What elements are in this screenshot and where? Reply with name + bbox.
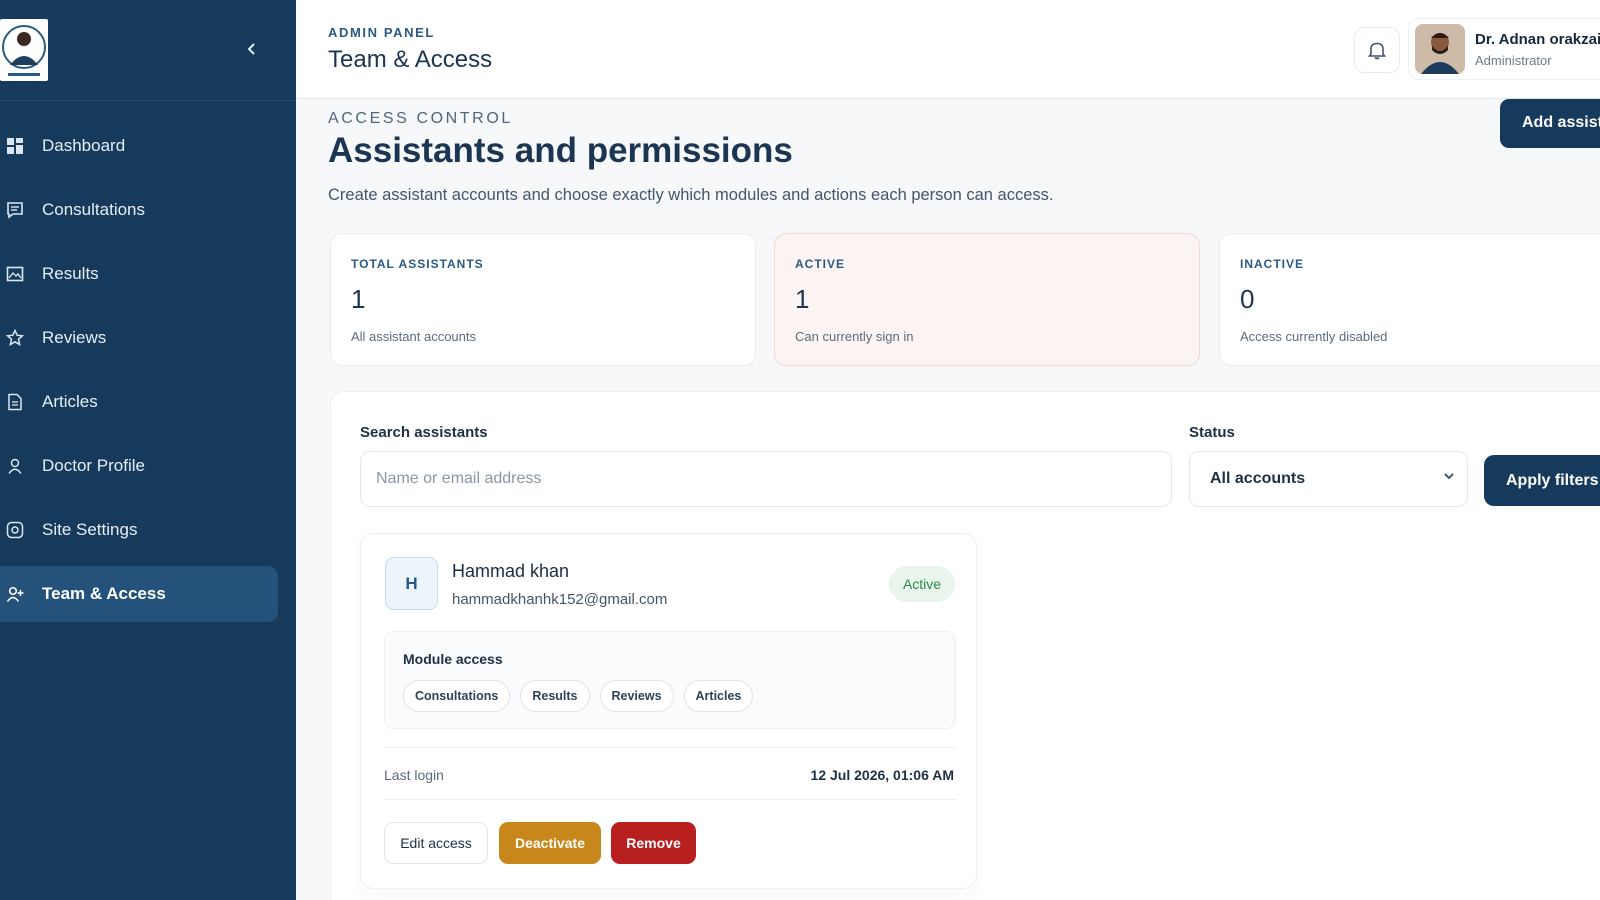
status-select[interactable]: All accounts [1189, 451, 1468, 507]
divider [384, 747, 956, 748]
grid-icon [6, 137, 24, 155]
stat-card-total: TOTAL ASSISTANTS 1 All assistant account… [330, 233, 756, 366]
assistant-email: hammadkhanhk152@gmail.com [452, 591, 668, 608]
person-icon [6, 457, 24, 475]
assistant-name: Hammad khan [452, 561, 570, 581]
stat-label: TOTAL ASSISTANTS [351, 257, 484, 271]
section-eyebrow: ACCESS CONTROL [328, 110, 513, 127]
sidebar-item-label: Site Settings [42, 520, 138, 539]
module-chip-consultations: Consultations [403, 680, 511, 712]
status-label: Status [1189, 424, 1235, 441]
sidebar-item-dashboard[interactable]: Dashboard [0, 118, 296, 174]
apply-filters-button[interactable]: Apply filters [1484, 455, 1600, 506]
user-name: Dr. Adnan orakzai [1475, 31, 1600, 48]
sidebar-nav: Dashboard Consultations Results Reviews … [0, 118, 296, 630]
module-chip-results: Results [520, 680, 590, 712]
sidebar-item-label: Reviews [42, 328, 107, 347]
settings-icon [6, 521, 24, 539]
collapse-sidebar-icon[interactable] [240, 38, 264, 62]
stat-subtext: Access currently disabled [1240, 329, 1388, 344]
header-title: Team & Access [328, 46, 493, 73]
sidebar-item-label: Doctor Profile [42, 456, 145, 475]
deactivate-button[interactable]: Deactivate [499, 822, 601, 864]
avatar [1415, 24, 1465, 74]
sidebar-item-label: Results [42, 264, 99, 283]
sidebar-item-label: Articles [42, 392, 98, 411]
sidebar-item-team-access[interactable]: Team & Access [0, 566, 278, 622]
last-login-value: 12 Jul 2026, 01:06 AM [810, 767, 954, 783]
brand-logo[interactable] [0, 19, 48, 81]
divider [384, 799, 956, 800]
document-icon [6, 393, 24, 411]
sidebar: Dashboard Consultations Results Reviews … [0, 0, 296, 900]
chevron-down-icon [1443, 469, 1455, 485]
search-label: Search assistants [360, 424, 488, 441]
search-input[interactable] [360, 451, 1172, 507]
module-access-title: Module access [403, 651, 503, 667]
module-chips: Consultations Results Reviews Articles [403, 680, 754, 712]
page-title: Assistants and permissions [328, 131, 793, 170]
assistant-initial-avatar: H [385, 557, 438, 610]
module-access-box: Module access Consultations Results Revi… [384, 631, 956, 729]
stat-subtext: All assistant accounts [351, 329, 477, 344]
stat-card-inactive: INACTIVE 0 Access currently disabled [1219, 233, 1600, 366]
sidebar-item-label: Team & Access [42, 584, 166, 603]
sidebar-item-consultations[interactable]: Consultations [0, 182, 296, 238]
status-selected-value: All accounts [1210, 470, 1306, 487]
stat-value: 1 [351, 284, 366, 314]
image-icon [6, 265, 24, 283]
sidebar-item-label: Dashboard [42, 136, 126, 155]
star-icon [6, 329, 24, 347]
remove-button[interactable]: Remove [611, 822, 696, 864]
sidebar-header [0, 0, 296, 101]
module-chip-reviews: Reviews [599, 680, 674, 712]
assistant-card: H Hammad khan hammadkhanhk152@gmail.com … [360, 533, 977, 889]
add-assistant-button[interactable]: Add assist [1500, 99, 1600, 148]
stat-label: INACTIVE [1240, 257, 1305, 271]
stat-card-active: ACTIVE 1 Can currently sign in [774, 233, 1200, 366]
page-description: Create assistant accounts and choose exa… [328, 186, 1054, 204]
top-header: ADMIN PANEL Team & Access Dr. Adnan orak… [296, 0, 1600, 99]
stat-value: 0 [1240, 284, 1255, 314]
edit-access-button[interactable]: Edit access [384, 822, 488, 864]
sidebar-item-results[interactable]: Results [0, 246, 296, 302]
sidebar-item-doctor-profile[interactable]: Doctor Profile [0, 438, 296, 494]
sidebar-item-site-settings[interactable]: Site Settings [0, 502, 296, 558]
chat-icon [6, 201, 24, 219]
user-profile-menu[interactable]: Dr. Adnan orakzai Administrator [1408, 18, 1600, 80]
notifications-bell-icon[interactable] [1354, 27, 1400, 73]
sidebar-item-articles[interactable]: Articles [0, 374, 296, 430]
module-chip-articles: Articles [683, 680, 754, 712]
status-badge: Active [889, 566, 955, 602]
last-login-label: Last login [384, 767, 444, 783]
user-plus-icon [6, 585, 24, 603]
sidebar-item-reviews[interactable]: Reviews [0, 310, 296, 366]
user-role: Administrator [1475, 53, 1552, 68]
stat-subtext: Can currently sign in [795, 329, 914, 344]
stat-value: 1 [795, 284, 810, 314]
stat-label: ACTIVE [795, 257, 846, 271]
sidebar-item-label: Consultations [42, 200, 146, 219]
header-eyebrow: ADMIN PANEL [328, 25, 435, 40]
